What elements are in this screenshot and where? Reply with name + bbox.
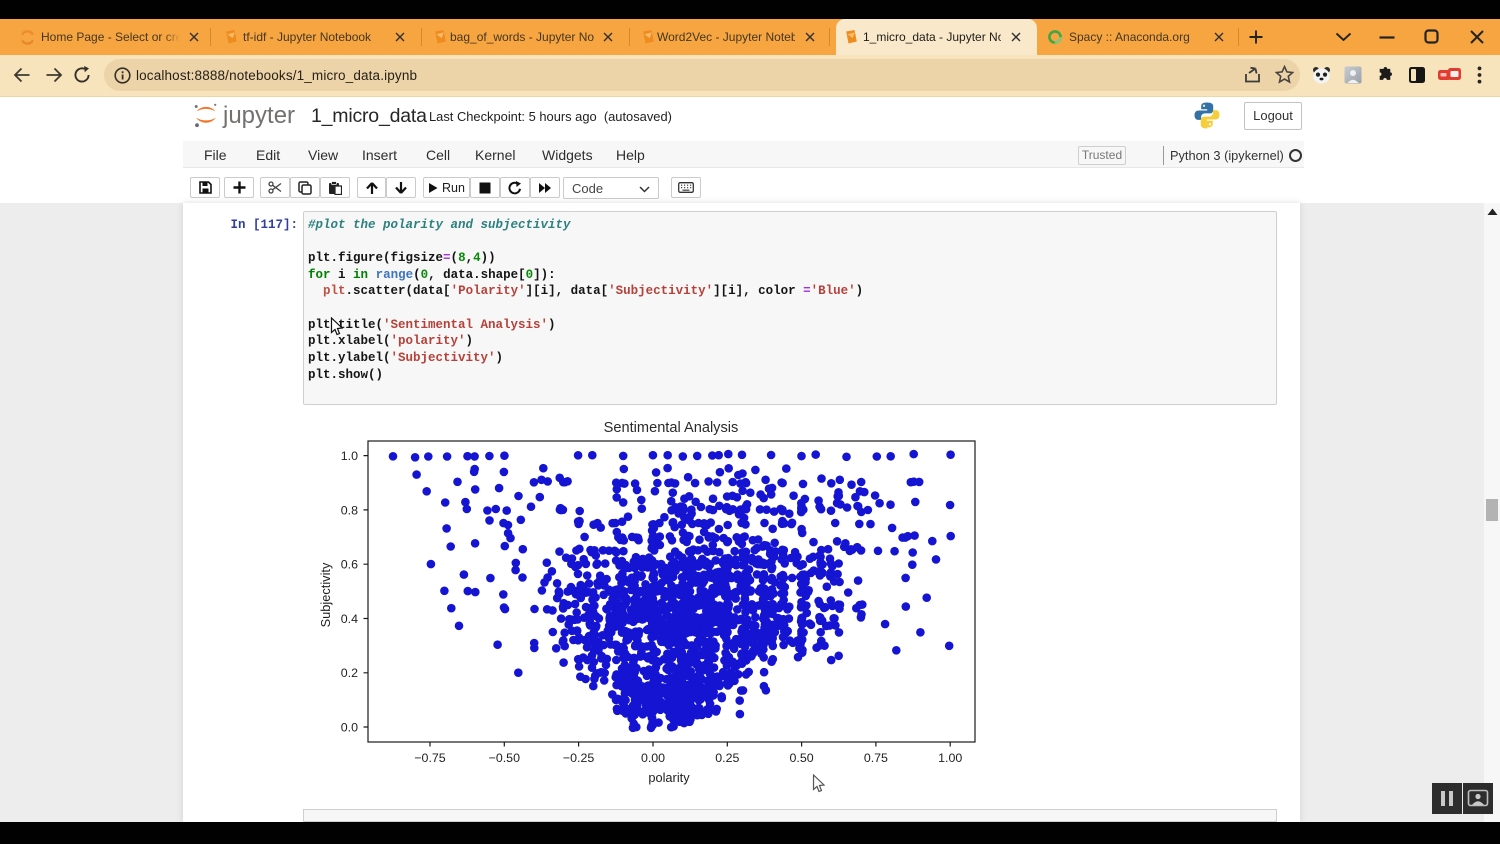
svg-text:0.00: 0.00: [641, 751, 665, 765]
svg-text:Sentimental Analysis: Sentimental Analysis: [604, 420, 739, 436]
svg-text:Subjectivity: Subjectivity: [318, 562, 333, 627]
svg-text:polarity: polarity: [648, 770, 690, 785]
svg-text:−0.75: −0.75: [414, 751, 445, 765]
svg-text:−0.25: −0.25: [563, 751, 594, 765]
svg-text:0.4: 0.4: [341, 612, 358, 626]
svg-text:−0.50: −0.50: [489, 751, 520, 765]
svg-text:1.0: 1.0: [341, 449, 358, 463]
svg-text:0.2: 0.2: [341, 666, 358, 680]
svg-text:0.0: 0.0: [341, 720, 358, 734]
svg-text:0.6: 0.6: [341, 558, 358, 572]
svg-text:0.8: 0.8: [341, 503, 358, 517]
svg-text:0.50: 0.50: [790, 751, 814, 765]
svg-text:0.75: 0.75: [864, 751, 888, 765]
svg-text:0.25: 0.25: [715, 751, 739, 765]
svg-text:1.00: 1.00: [938, 751, 962, 765]
